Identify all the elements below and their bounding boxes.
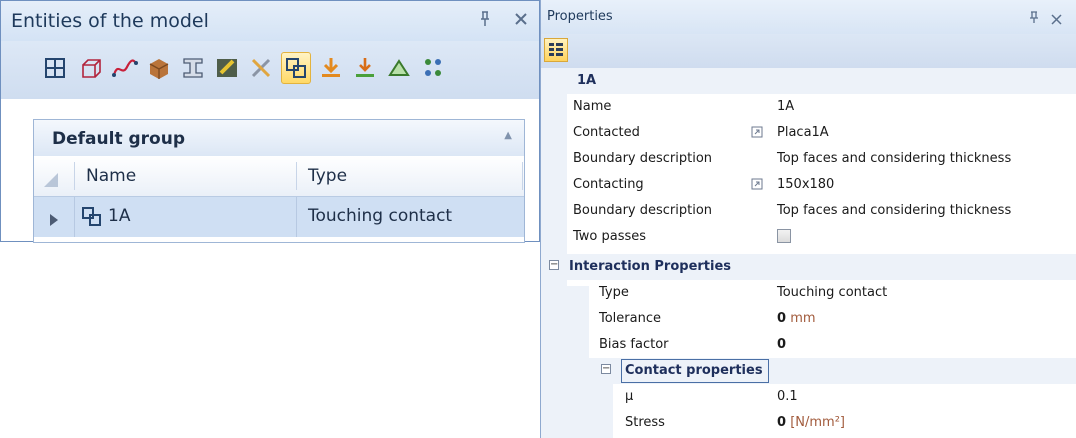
two-passes-checkbox[interactable] <box>777 229 791 243</box>
property-row[interactable]: Boundary description Top faces and consi… <box>541 146 1076 172</box>
triangle-icon[interactable] <box>385 54 413 82</box>
property-value-group[interactable]: 0 [N/mm²] <box>777 415 845 430</box>
property-value[interactable]: Placa1A <box>777 125 829 140</box>
beam-icon[interactable] <box>179 54 207 82</box>
support-icon[interactable] <box>351 54 379 82</box>
property-name: µ <box>625 389 634 404</box>
property-value[interactable]: Top faces and considering thickness <box>777 203 1011 218</box>
property-name: Contacted <box>573 125 640 140</box>
contact-icon[interactable] <box>281 52 311 84</box>
row-name: 1A <box>108 206 131 226</box>
column-header-row: Name Type <box>34 156 524 197</box>
entities-panel: Entities of the model Default group ▲ Na… <box>0 0 540 243</box>
entities-panel-title: Entities of the model <box>11 10 209 32</box>
property-row[interactable]: Bias factor 0 <box>541 332 1076 358</box>
property-value[interactable]: Touching contact <box>777 285 887 300</box>
entities-grid: Default group ▲ Name Type 1A Touching co… <box>33 119 525 243</box>
property-value[interactable]: 1A <box>777 99 794 114</box>
property-name: Tolerance <box>599 311 661 326</box>
group-name: Default group <box>52 129 185 149</box>
property-row[interactable]: Contacted Placa1A <box>541 120 1076 146</box>
contact-icon <box>82 207 102 231</box>
row-type: Touching contact <box>308 206 453 226</box>
properties-title: Properties <box>547 9 613 24</box>
link-picker-icon[interactable] <box>751 126 763 138</box>
property-name: Two passes <box>573 229 647 244</box>
contact-category-row[interactable]: − Contact properties <box>541 358 1076 384</box>
property-row[interactable]: µ 0.1 <box>541 384 1076 410</box>
load-icon[interactable] <box>317 54 345 82</box>
group-icon[interactable] <box>419 54 447 82</box>
close-icon[interactable] <box>1051 10 1062 29</box>
property-name: Contacting <box>573 177 644 192</box>
tools-icon[interactable] <box>247 54 275 82</box>
property-row[interactable]: Boundary description Top faces and consi… <box>541 198 1076 224</box>
column-separator <box>296 197 297 237</box>
properties-panel: Properties 1A Name 1A Contacted Placa1A … <box>540 0 1076 438</box>
select-all-corner-icon[interactable] <box>44 172 58 191</box>
entities-panel-titlebar: Entities of the model <box>1 1 539 41</box>
collapse-caret-icon[interactable]: ▲ <box>504 130 512 141</box>
column-header-name[interactable]: Name <box>86 166 136 186</box>
property-name: Boundary description <box>573 203 713 218</box>
curve-icon[interactable] <box>111 54 139 82</box>
property-name: Name <box>573 99 612 114</box>
properties-titlebar: Properties <box>541 0 1076 34</box>
surface-icon[interactable] <box>213 54 241 82</box>
property-name: Type <box>599 285 629 300</box>
property-row[interactable]: Contacting 150x180 <box>541 172 1076 198</box>
contact-category-label: Contact properties <box>625 363 763 378</box>
interaction-category-label: Interaction Properties <box>569 259 732 274</box>
entities-toolbar <box>1 41 539 99</box>
property-value: 0 <box>777 311 787 326</box>
property-name: Stress <box>625 415 665 430</box>
grid-icon[interactable] <box>41 54 69 82</box>
interaction-category-row[interactable]: − Interaction Properties <box>541 254 1076 280</box>
property-row[interactable]: Name 1A <box>541 94 1076 120</box>
property-value[interactable]: Top faces and considering thickness <box>777 151 1011 166</box>
property-row[interactable]: Type Touching contact <box>541 280 1076 306</box>
pin-icon[interactable] <box>479 11 491 31</box>
properties-toolbar <box>541 34 1076 68</box>
property-value[interactable]: 0 <box>777 337 786 352</box>
property-row[interactable]: Tolerance 0 mm <box>541 306 1076 332</box>
column-separator <box>522 162 523 190</box>
collapse-icon[interactable]: − <box>601 364 611 374</box>
property-name: Boundary description <box>573 151 713 166</box>
close-icon[interactable] <box>513 11 529 31</box>
property-value-group[interactable]: 0 mm <box>777 311 816 326</box>
property-name: Bias factor <box>599 337 669 352</box>
column-header-type[interactable]: Type <box>308 166 347 186</box>
solid-icon[interactable] <box>145 54 173 82</box>
property-unit: [N/mm²] <box>790 415 845 430</box>
property-unit: mm <box>790 311 816 326</box>
object-header: 1A <box>541 68 1076 94</box>
collapse-icon[interactable]: − <box>549 260 559 270</box>
pin-icon[interactable] <box>1029 9 1039 28</box>
property-value: 0 <box>777 415 787 430</box>
link-picker-icon[interactable] <box>751 178 763 190</box>
property-row[interactable]: Stress 0 [N/mm²] <box>541 410 1076 436</box>
cube-wire-icon[interactable] <box>77 54 105 82</box>
property-value[interactable]: 150x180 <box>777 177 834 192</box>
categorized-view-button[interactable] <box>544 38 568 62</box>
table-row[interactable]: 1A Touching contact <box>34 197 524 237</box>
categorized-icon <box>549 43 563 56</box>
column-separator <box>74 197 75 237</box>
object-name: 1A <box>577 73 597 88</box>
property-row[interactable]: Two passes <box>541 224 1076 250</box>
column-separator <box>74 162 75 190</box>
property-value[interactable]: 0.1 <box>777 389 798 404</box>
column-separator <box>296 162 297 190</box>
row-indicator-icon <box>50 211 58 230</box>
group-header[interactable]: Default group ▲ <box>34 120 524 157</box>
